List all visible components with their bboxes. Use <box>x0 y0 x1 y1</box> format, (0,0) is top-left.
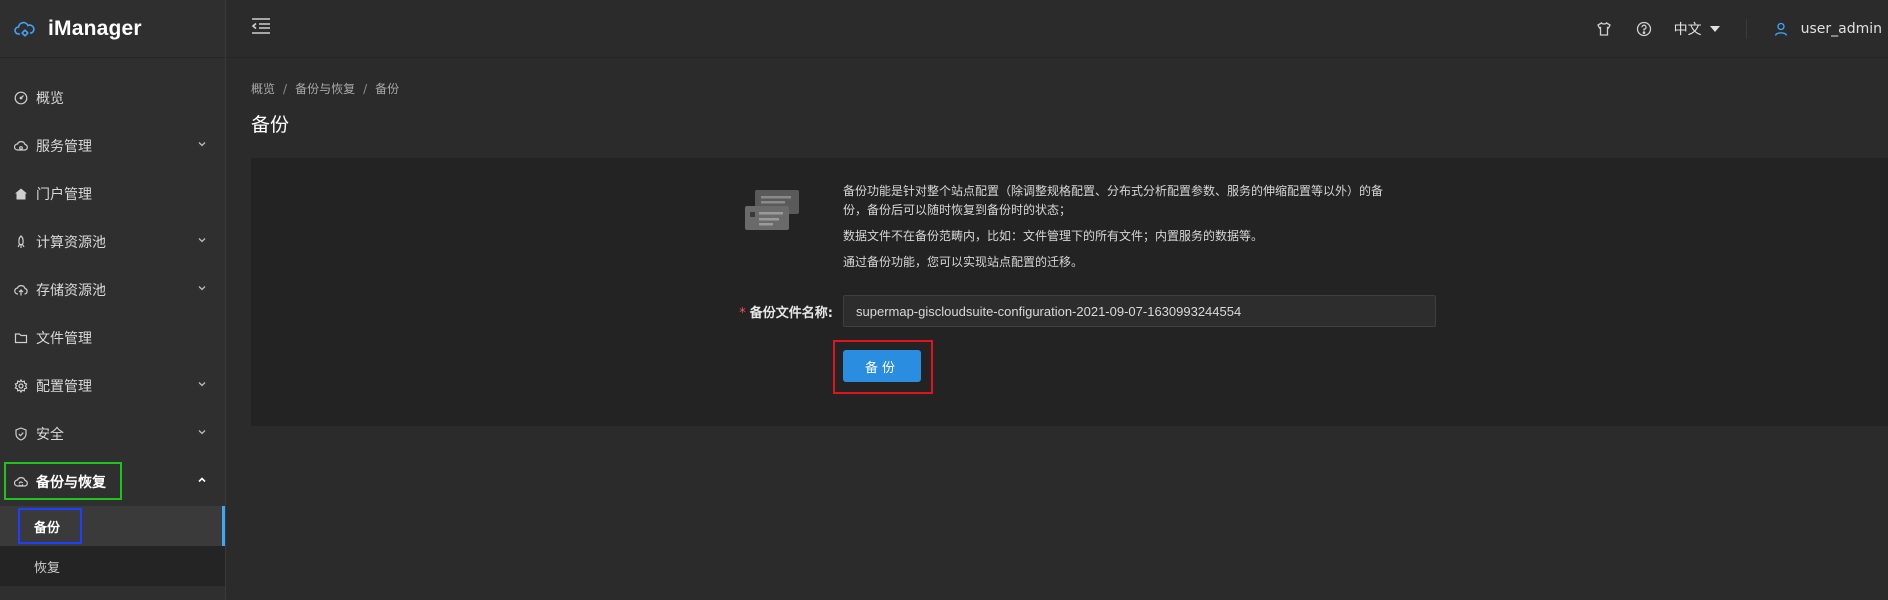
sidebar-item-portal-management[interactable]: 门户管理 <box>0 170 225 218</box>
description-line: 数据文件不在备份范畴内，比如：文件管理下的所有文件；内置服务的数据等。 <box>843 229 1264 243</box>
sidebar-item-label: 配置管理 <box>36 379 92 395</box>
shield-icon <box>14 427 28 441</box>
breadcrumb: 概览 / 备份与恢复 / 备份 <box>251 80 400 97</box>
user-icon <box>1774 22 1787 36</box>
sidebar-item-service-management[interactable]: 服务管理 <box>0 122 225 170</box>
language-selector[interactable]: 中文 <box>1674 19 1720 39</box>
page-title: 备份 <box>251 114 290 136</box>
required-mark: * <box>739 306 746 321</box>
backup-filename-label-text: 备份文件名称: <box>749 306 833 321</box>
user-menu[interactable]: user_admin <box>1773 21 1882 37</box>
sidebar-item-label: 文件管理 <box>36 331 92 347</box>
sidebar-item-label: 安全 <box>36 427 64 443</box>
sidebar-item-file-management[interactable]: 文件管理 <box>0 314 225 362</box>
rocket-icon <box>14 235 28 249</box>
sidebar-subitem-restore[interactable]: 恢复 <box>0 546 225 586</box>
sidebar-item-compute-pool[interactable]: 计算资源池 <box>0 218 225 266</box>
sidebar-menu: 概览 服务管理 门户管理 计算资源池 存储资源池 文件管理 配置管理 安全 备份… <box>0 58 225 586</box>
backup-illustration-icon <box>745 190 799 230</box>
caret-down-icon <box>1709 26 1720 32</box>
chevron-down-icon <box>198 286 206 291</box>
sidebar-item-label: 门户管理 <box>36 187 92 203</box>
gear-icon <box>14 379 28 393</box>
sidebar: iManager 概览 服务管理 门户管理 计算资源池 存储资源池 文件管理 配… <box>0 0 226 600</box>
cloud-upload-icon <box>14 283 28 297</box>
theme-shirt-icon[interactable] <box>1596 21 1612 37</box>
highlight-box-green <box>4 462 122 500</box>
chevron-down-icon <box>198 430 206 435</box>
username: user_admin <box>1800 21 1882 37</box>
backup-description: 备份功能是针对整个站点配置（除调整规格配置、分布式分析配置参数、服务的伸缩配置等… <box>843 182 1403 279</box>
cloud-service-icon <box>14 139 28 153</box>
backup-filename-input[interactable] <box>843 295 1436 327</box>
sidebar-item-backup-restore[interactable]: 备份与恢复 <box>0 458 225 506</box>
home-icon <box>14 187 28 201</box>
sidebar-subitem-label: 恢复 <box>34 560 61 576</box>
chevron-down-icon <box>198 238 206 243</box>
sidebar-item-label: 服务管理 <box>36 139 92 155</box>
description-line: 通过备份功能，您可以实现站点配置的迁移。 <box>843 255 1084 269</box>
breadcrumb-item-overview[interactable]: 概览 <box>251 80 275 97</box>
divider <box>1745 19 1747 39</box>
app-title: iManager <box>48 16 142 40</box>
top-bar-right: 中文 user_admin <box>1572 0 1888 58</box>
help-icon[interactable] <box>1636 21 1652 37</box>
backup-card: 备份功能是针对整个站点配置（除调整规格配置、分布式分析配置参数、服务的伸缩配置等… <box>251 158 1888 426</box>
sidebar-item-storage-pool[interactable]: 存储资源池 <box>0 266 225 314</box>
dashboard-icon <box>14 91 28 105</box>
description-line: 备份功能是针对整个站点配置（除调整规格配置、分布式分析配置参数、服务的伸缩配置等… <box>843 184 1384 217</box>
chevron-down-icon <box>198 142 206 147</box>
backup-filename-label: * 备份文件名称: <box>721 302 833 321</box>
backup-button[interactable]: 备份 <box>843 350 921 382</box>
top-bar: 中文 user_admin <box>227 0 1888 58</box>
folder-icon <box>14 331 28 345</box>
sidebar-item-label: 计算资源池 <box>36 235 106 251</box>
sidebar-item-overview[interactable]: 概览 <box>0 74 225 122</box>
breadcrumb-item-backup-restore[interactable]: 备份与恢复 <box>295 80 355 97</box>
sidebar-subitem-backup[interactable]: 备份 <box>0 506 225 546</box>
sidebar-item-security[interactable]: 安全 <box>0 410 225 458</box>
app-logo[interactable]: iManager <box>0 0 225 58</box>
sidebar-item-label: 存储资源池 <box>36 283 106 299</box>
breadcrumb-item-current: 备份 <box>375 82 400 96</box>
highlight-box-blue <box>18 508 82 544</box>
menu-collapse-icon[interactable] <box>251 17 271 35</box>
language-label: 中文 <box>1673 22 1702 38</box>
cloud-gear-logo-icon <box>12 16 38 42</box>
chevron-up-icon <box>198 477 206 483</box>
chevron-down-icon <box>198 382 206 387</box>
sidebar-item-config-management[interactable]: 配置管理 <box>0 362 225 410</box>
sidebar-item-label: 概览 <box>36 91 64 107</box>
